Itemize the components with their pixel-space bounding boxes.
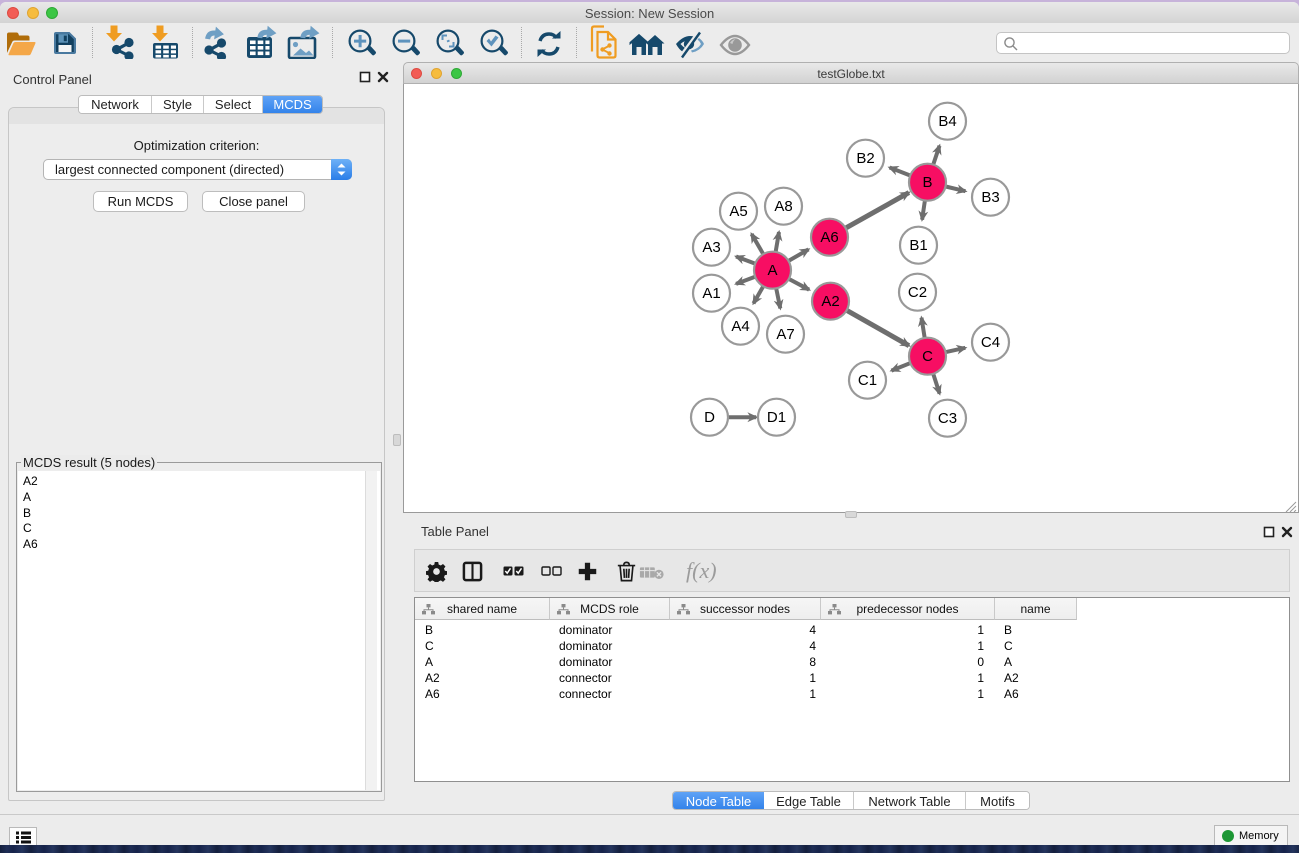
svg-text:B1: B1 bbox=[909, 237, 927, 254]
svg-text:A6: A6 bbox=[820, 229, 838, 246]
svg-text:A1: A1 bbox=[702, 285, 720, 302]
svg-text:C4: C4 bbox=[981, 334, 1000, 351]
svg-text:A3: A3 bbox=[702, 239, 720, 256]
svg-text:A2: A2 bbox=[821, 293, 839, 310]
svg-text:A4: A4 bbox=[731, 318, 749, 335]
svg-text:A8: A8 bbox=[774, 198, 792, 215]
svg-text:A: A bbox=[767, 262, 777, 279]
svg-text:A5: A5 bbox=[729, 203, 747, 220]
svg-text:A7: A7 bbox=[776, 326, 794, 343]
svg-text:C3: C3 bbox=[938, 410, 957, 427]
svg-text:B: B bbox=[922, 174, 932, 191]
svg-text:B2: B2 bbox=[856, 150, 874, 167]
svg-text:B3: B3 bbox=[981, 189, 999, 206]
svg-text:D1: D1 bbox=[767, 409, 786, 426]
svg-text:C2: C2 bbox=[908, 284, 927, 301]
svg-text:D: D bbox=[704, 409, 715, 426]
svg-text:B4: B4 bbox=[938, 113, 956, 130]
svg-text:C: C bbox=[922, 348, 933, 365]
svg-text:C1: C1 bbox=[858, 372, 877, 389]
